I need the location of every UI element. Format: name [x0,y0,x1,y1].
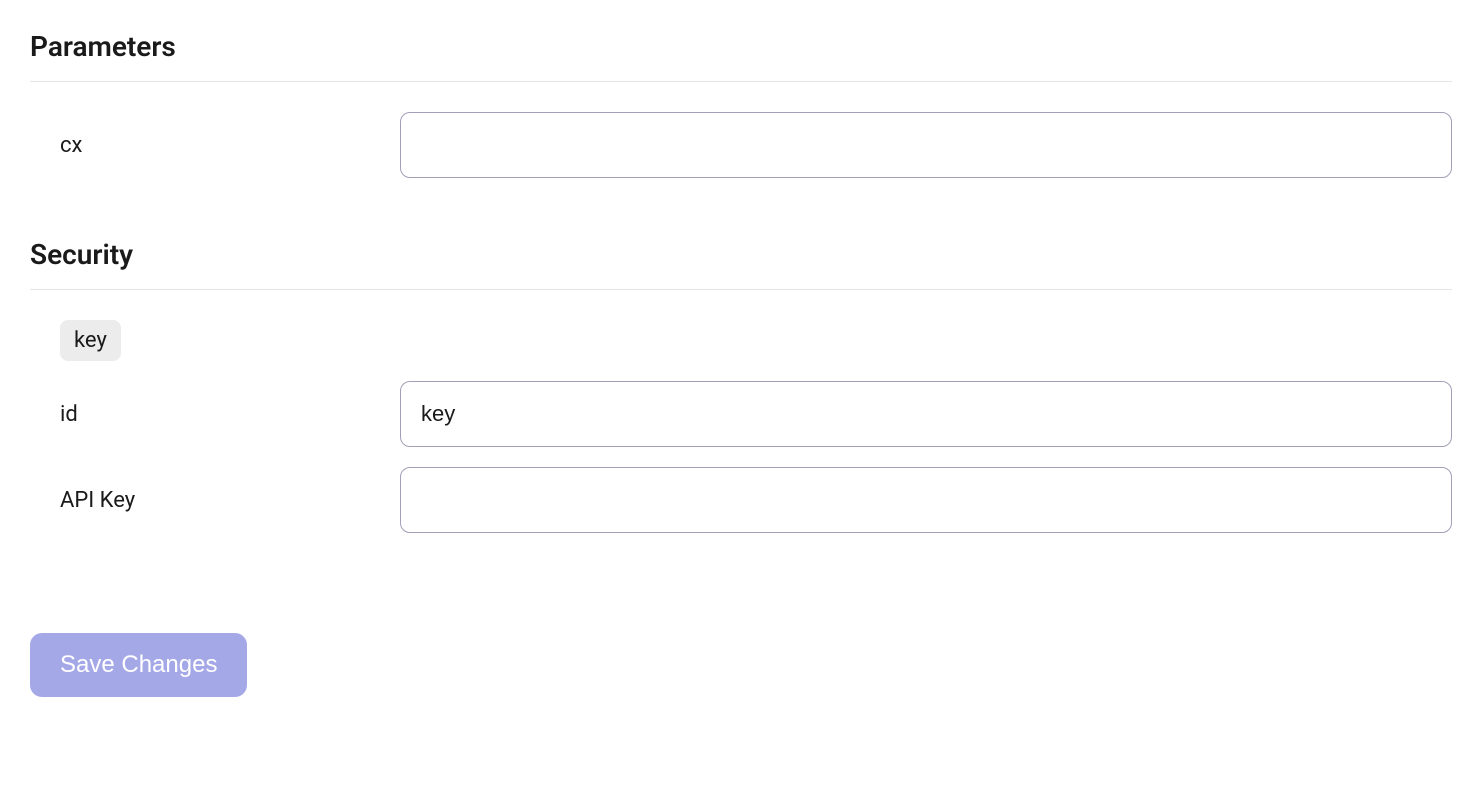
key-badge: key [60,320,121,361]
id-label: id [60,402,400,427]
cx-field-row: cx [30,112,1452,178]
security-title: Security [30,238,1452,290]
id-field-row: id [30,381,1452,447]
cx-input[interactable] [400,112,1452,178]
save-changes-button[interactable]: Save Changes [30,633,247,697]
security-section: Security key id API Key [30,238,1452,533]
api-key-field-row: API Key [30,467,1452,533]
security-badge-row: key [30,320,1452,361]
api-key-input[interactable] [400,467,1452,533]
parameters-section: Parameters cx [30,30,1452,178]
api-key-label: API Key [60,488,400,513]
parameters-title: Parameters [30,30,1452,82]
cx-label: cx [60,133,400,158]
id-input[interactable] [400,381,1452,447]
